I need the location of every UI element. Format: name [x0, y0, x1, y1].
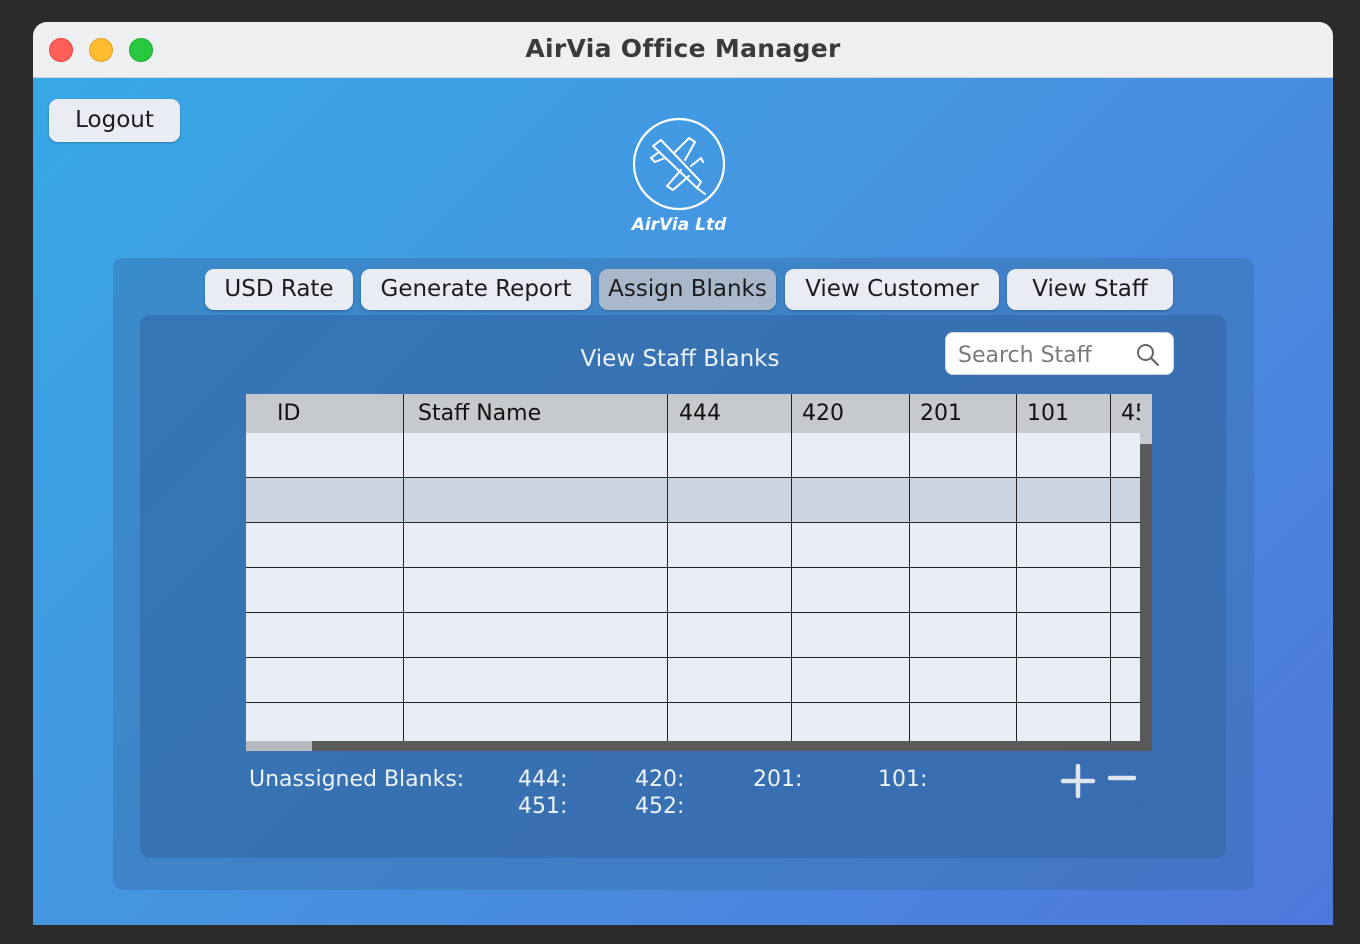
logo-text: AirVia Ltd — [631, 215, 727, 235]
table-cell[interactable] — [246, 433, 404, 477]
horizontal-scrollbar[interactable] — [246, 741, 1140, 751]
table-row[interactable] — [246, 433, 1140, 478]
tab-usd-rate[interactable]: USD Rate — [205, 269, 353, 310]
table-cell[interactable] — [1111, 568, 1140, 612]
main-content: Logout AirVia Ltd USD Rate Generate Repo… — [33, 78, 1333, 925]
table-cell[interactable] — [910, 613, 1017, 657]
unassigned-101: 101: — [878, 767, 928, 792]
tab-view-staff[interactable]: View Staff — [1007, 269, 1173, 310]
window-title: AirVia Office Manager — [525, 34, 841, 63]
unassigned-blanks-label: Unassigned Blanks: — [249, 767, 465, 792]
table-cell[interactable] — [668, 613, 792, 657]
column-header-staff-name[interactable]: Staff Name — [404, 394, 668, 433]
plus-icon[interactable] — [1060, 763, 1096, 799]
table-cell[interactable] — [792, 523, 910, 567]
search-input[interactable] — [956, 339, 1130, 371]
table-cell[interactable] — [404, 658, 668, 702]
panel-title: View Staff Blanks — [580, 346, 780, 372]
table-cell[interactable] — [1017, 658, 1111, 702]
table-cell[interactable] — [668, 433, 792, 477]
table-cell[interactable] — [1111, 478, 1140, 522]
table-header: ID Staff Name 444 420 201 101 451 — [246, 394, 1140, 433]
unassigned-201: 201: — [753, 767, 803, 792]
table-cell[interactable] — [404, 433, 668, 477]
table-row[interactable] — [246, 568, 1140, 613]
app-window: AirVia Office Manager Logout AirVia Ltd … — [33, 22, 1333, 925]
table-row[interactable] — [246, 478, 1140, 523]
title-bar: AirVia Office Manager — [33, 22, 1333, 78]
table-cell[interactable] — [246, 568, 404, 612]
table-cell[interactable] — [1017, 523, 1111, 567]
airplane-icon — [632, 117, 726, 211]
table-cell[interactable] — [246, 478, 404, 522]
table-cell[interactable] — [1111, 523, 1140, 567]
table-row[interactable] — [246, 658, 1140, 703]
column-header-420[interactable]: 420 — [792, 394, 910, 433]
column-header-id[interactable]: ID — [246, 394, 404, 433]
column-header-451[interactable]: 451 — [1111, 394, 1140, 433]
table-cell[interactable] — [246, 613, 404, 657]
column-header-444[interactable]: 444 — [668, 394, 792, 433]
table-cell[interactable] — [1111, 658, 1140, 702]
table-cell[interactable] — [668, 568, 792, 612]
table-cell[interactable] — [1111, 433, 1140, 477]
tab-view-customer[interactable]: View Customer — [785, 269, 999, 310]
table-cell[interactable] — [668, 658, 792, 702]
staff-blanks-table: ID Staff Name 444 420 201 101 451 — [246, 394, 1140, 751]
search-box — [945, 332, 1174, 375]
table-cell[interactable] — [910, 568, 1017, 612]
table-cell[interactable] — [792, 433, 910, 477]
table-cell[interactable] — [404, 613, 668, 657]
table-cell[interactable] — [792, 658, 910, 702]
table-cell[interactable] — [246, 658, 404, 702]
table-cell[interactable] — [404, 568, 668, 612]
table-cell[interactable] — [910, 658, 1017, 702]
table-cell[interactable] — [1017, 433, 1111, 477]
table-cell[interactable] — [404, 478, 668, 522]
column-header-101[interactable]: 101 — [1017, 394, 1111, 433]
table-cell[interactable] — [910, 478, 1017, 522]
table-cell[interactable] — [792, 568, 910, 612]
tab-assign-blanks[interactable]: Assign Blanks — [599, 269, 776, 310]
horizontal-scroll-thumb[interactable] — [246, 741, 312, 751]
unassigned-451: 451: — [518, 794, 568, 819]
table-cell[interactable] — [404, 523, 668, 567]
vertical-scroll-thumb[interactable] — [1140, 394, 1152, 444]
unassigned-452: 452: — [635, 794, 685, 819]
table-cell[interactable] — [246, 523, 404, 567]
table-cell[interactable] — [1111, 613, 1140, 657]
table-cell[interactable] — [1017, 613, 1111, 657]
vertical-scrollbar[interactable] — [1140, 394, 1152, 751]
search-icon[interactable] — [1135, 342, 1161, 368]
table-cell[interactable] — [910, 523, 1017, 567]
table-cell[interactable] — [668, 478, 792, 522]
column-header-201[interactable]: 201 — [910, 394, 1017, 433]
table-cell[interactable] — [910, 433, 1017, 477]
minus-icon[interactable] — [1107, 763, 1137, 799]
unassigned-444: 444: — [518, 767, 568, 792]
tab-generate-report[interactable]: Generate Report — [361, 269, 591, 310]
table-row[interactable] — [246, 613, 1140, 658]
table-cell[interactable] — [1017, 478, 1111, 522]
table-row[interactable] — [246, 523, 1140, 568]
table-cell[interactable] — [792, 613, 910, 657]
unassigned-420: 420: — [635, 767, 685, 792]
logout-button[interactable]: Logout — [49, 99, 180, 142]
table-cell[interactable] — [792, 478, 910, 522]
table-cell[interactable] — [668, 523, 792, 567]
table-cell[interactable] — [1017, 568, 1111, 612]
